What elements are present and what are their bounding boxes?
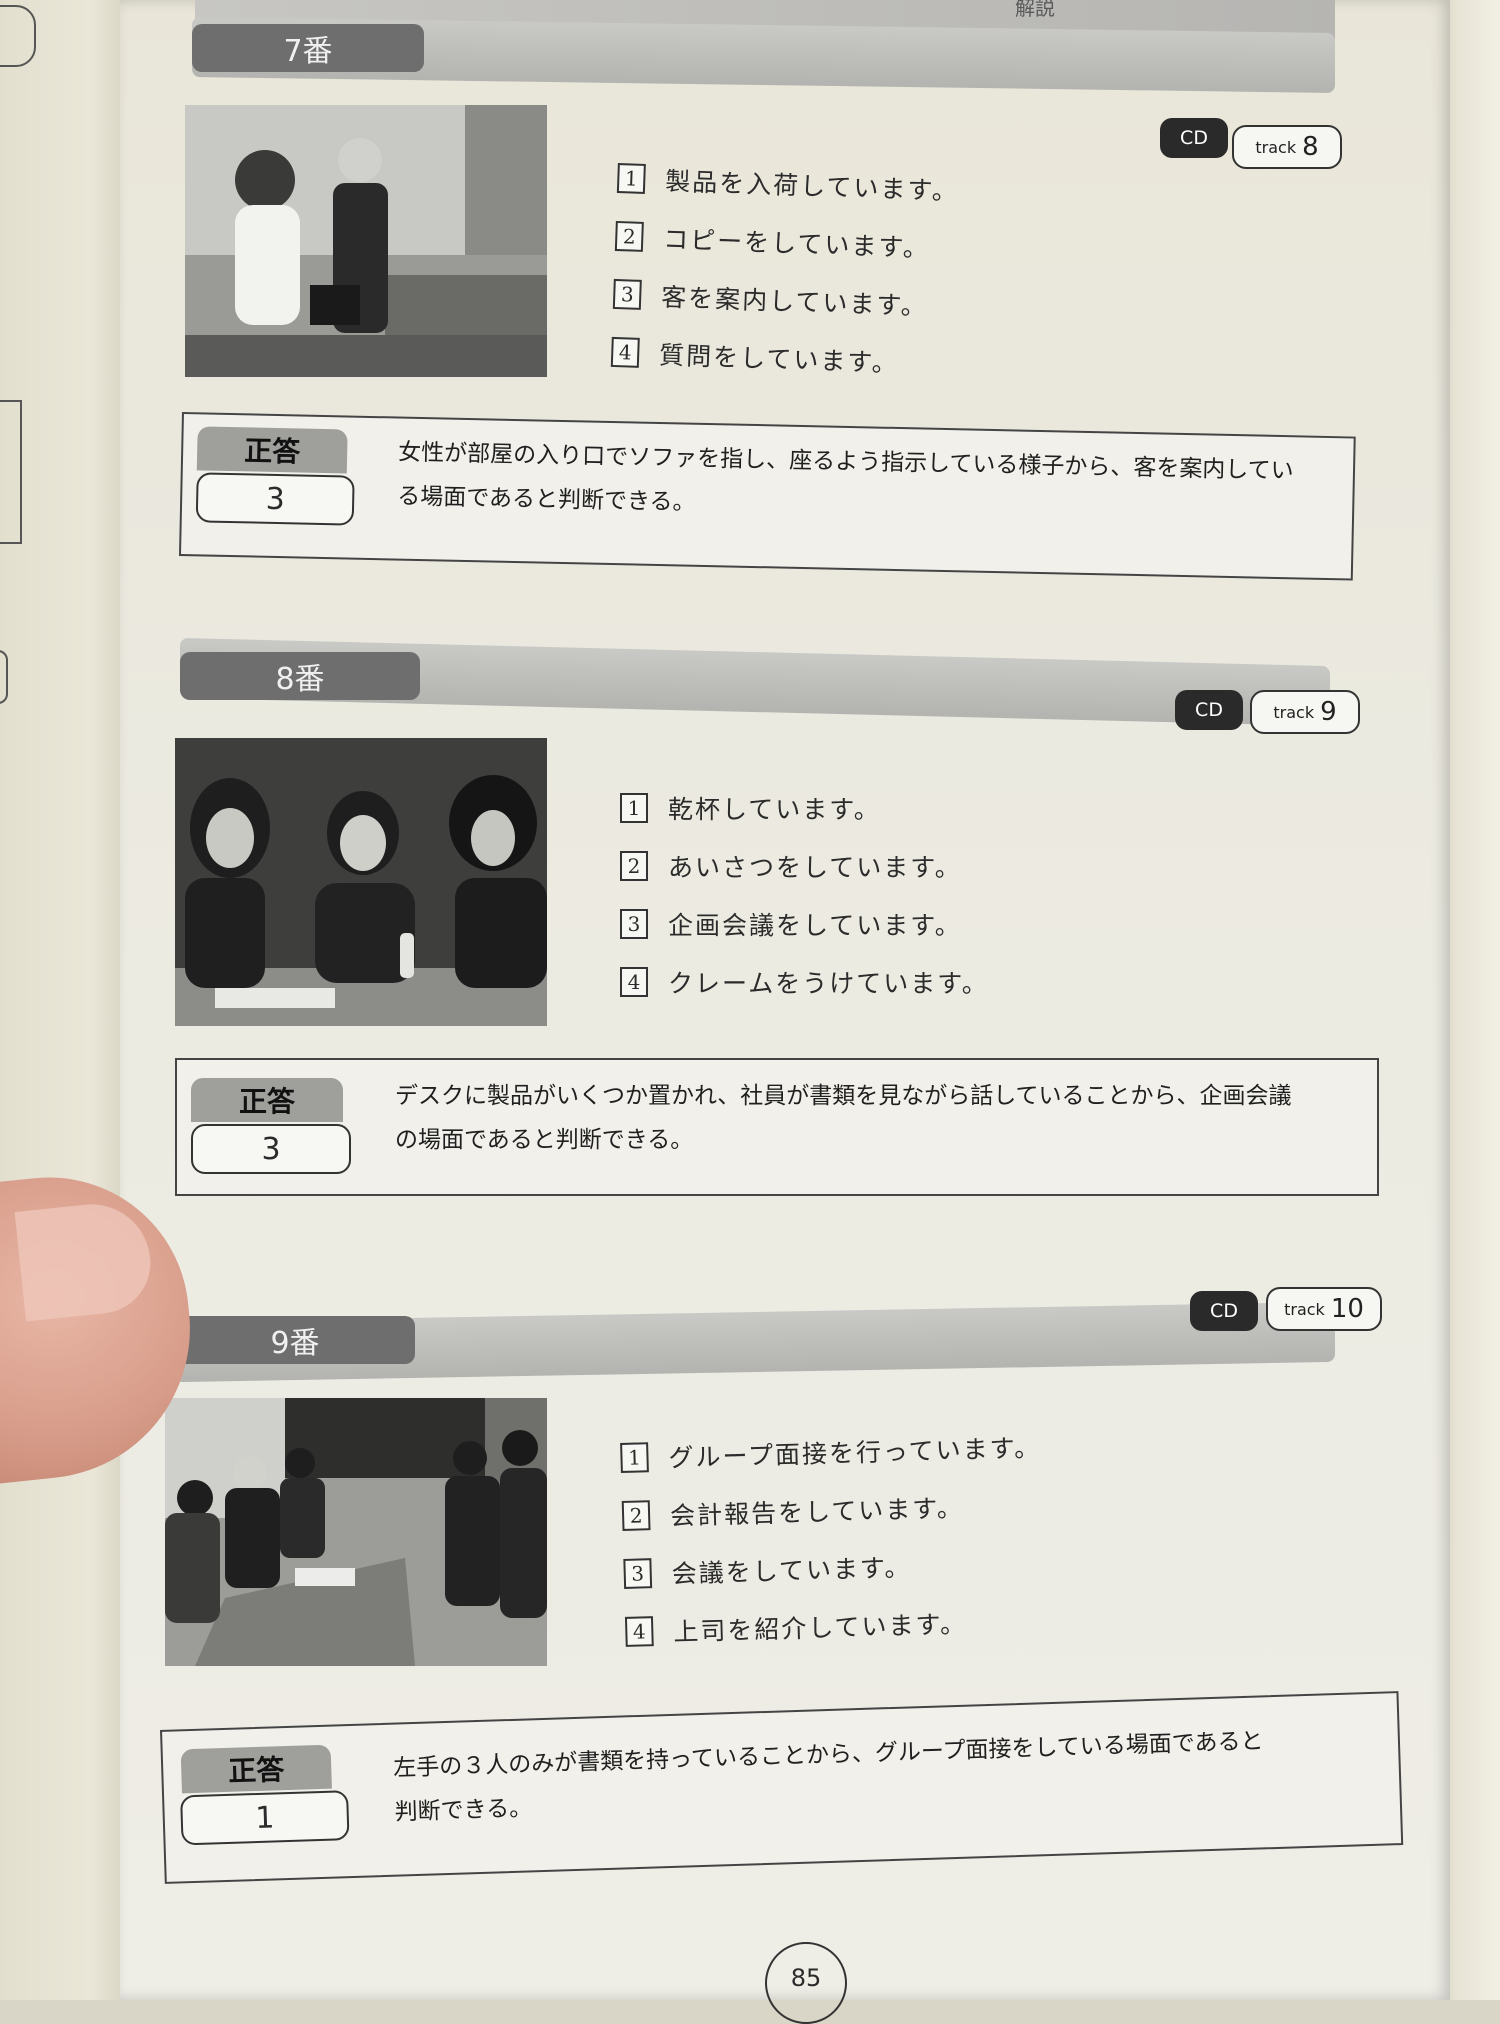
track-label: track 8 bbox=[1232, 125, 1342, 169]
choice-item: 2 あいさつをしています。 bbox=[620, 848, 989, 884]
choice-number: 1 bbox=[620, 793, 648, 823]
track-label: track 9 bbox=[1250, 690, 1360, 734]
question-number: 7番 bbox=[192, 24, 424, 72]
choice-item: 4 質問をしています。 bbox=[610, 334, 954, 382]
answer-label: 正答 bbox=[180, 1744, 332, 1794]
answer-label: 正答 bbox=[196, 426, 348, 474]
choice-number: 2 bbox=[614, 220, 644, 252]
choice-text: クレームをうけています。 bbox=[668, 969, 989, 998]
cd-label: CD bbox=[1160, 118, 1228, 158]
track-word: track bbox=[1255, 137, 1297, 157]
choice-number: 3 bbox=[612, 278, 642, 310]
choice-number: 3 bbox=[620, 909, 648, 939]
answer-explanation: 女性が部屋の入り口でソファを指し、座るよう指示している様子から、客を案内してい … bbox=[397, 431, 1344, 539]
scene-photo-image bbox=[165, 1398, 547, 1666]
choice-number: 4 bbox=[624, 1616, 654, 1647]
explanation-line: デスクに製品がいくつか置かれ、社員が書類を見ながら話していることから、企画会議 bbox=[395, 1083, 1292, 1109]
question-number: 9番 bbox=[175, 1316, 415, 1364]
cd-label: CD bbox=[1190, 1291, 1258, 1331]
choice-text: あいさつをしています。 bbox=[668, 853, 962, 882]
facing-page bbox=[0, 0, 130, 2000]
track-number: 8 bbox=[1302, 132, 1319, 162]
answer-choices: 1 乾杯しています。 2 あいさつをしています。 3 企画会議をしています。 4… bbox=[620, 790, 989, 1022]
page-number: 85 bbox=[765, 1942, 847, 2024]
choice-text: 企画会議をしています。 bbox=[668, 911, 962, 940]
choice-text: 会計報告をしています。 bbox=[669, 1493, 965, 1531]
choice-item: 3 企画会議をしています。 bbox=[620, 906, 989, 942]
answer-box: 正答 3 女性が部屋の入り口でソファを指し、座るよう指示している様子から、客を案… bbox=[178, 412, 1356, 581]
explanation-line: の場面であると判断できる。 bbox=[395, 1127, 694, 1153]
choice-item: 1 乾杯しています。 bbox=[620, 790, 989, 826]
scene-photo bbox=[165, 1398, 547, 1666]
track-number: 10 bbox=[1330, 1294, 1364, 1324]
choice-item: 4 上司を紹介しています。 bbox=[624, 1602, 1047, 1650]
answer-value: 3 bbox=[191, 1124, 351, 1174]
header-text: 解説 bbox=[1015, 0, 1055, 20]
answer-box: 正答 3 デスクに製品がいくつか置かれ、社員が書類を見ながら話していることから、… bbox=[175, 1058, 1379, 1196]
choice-text: 質問をしています。 bbox=[658, 340, 900, 378]
scene-photo bbox=[185, 105, 547, 377]
choice-item: 2 会計報告をしています。 bbox=[621, 1486, 1044, 1534]
choice-number: 4 bbox=[620, 967, 648, 997]
track-word: track bbox=[1284, 1299, 1325, 1319]
choice-text: 乾杯しています。 bbox=[668, 795, 881, 824]
answer-explanation: 左手の３人のみが書類を持っていることから、グループ面接をしている場面であると 判… bbox=[393, 1716, 1385, 1835]
choice-number: 4 bbox=[610, 336, 640, 368]
choice-item: 3 客を案内しています。 bbox=[612, 276, 956, 324]
answer-choices: 1 グループ面接を行っています。 2 会計報告をしています。 3 会議をしていま… bbox=[620, 1428, 1047, 1672]
choice-number: 3 bbox=[623, 1558, 653, 1589]
track-label: track 10 bbox=[1266, 1287, 1382, 1331]
choice-number: 2 bbox=[621, 1500, 651, 1531]
choice-text: 会議をしています。 bbox=[671, 1552, 912, 1589]
answer-value: 1 bbox=[180, 1790, 350, 1846]
choice-item: 2 コピーをしています。 bbox=[614, 218, 958, 266]
facing-page-mark bbox=[0, 650, 8, 704]
choice-item: 3 会議をしています。 bbox=[623, 1544, 1045, 1592]
choice-item: 4 クレームをうけています。 bbox=[620, 964, 989, 1000]
track-word: track bbox=[1273, 702, 1315, 722]
choice-text: 客を案内しています。 bbox=[660, 282, 929, 321]
choice-number: 2 bbox=[620, 851, 648, 881]
choice-number: 1 bbox=[620, 1442, 649, 1473]
choice-number: 1 bbox=[616, 162, 646, 194]
answer-explanation: デスクに製品がいくつか置かれ、社員が書類を見ながら話していることから、企画会議 … bbox=[395, 1074, 1365, 1162]
track-number: 9 bbox=[1320, 697, 1337, 727]
facing-page-mark bbox=[0, 5, 36, 67]
answer-label: 正答 bbox=[191, 1078, 343, 1122]
scene-photo-image bbox=[175, 738, 547, 1026]
scene-photo-image bbox=[185, 105, 547, 377]
choice-text: コピーをしています。 bbox=[662, 224, 931, 263]
answer-value: 3 bbox=[195, 472, 355, 526]
cd-label: CD bbox=[1175, 690, 1243, 730]
question-number: 8番 bbox=[180, 652, 420, 700]
choice-text: 上司を紹介しています。 bbox=[672, 1609, 968, 1647]
facing-page-mark bbox=[0, 400, 22, 544]
scene-photo bbox=[175, 738, 547, 1026]
answer-choices: 1 製品を入荷しています。 2 コピーをしています。 3 客を案内しています。 … bbox=[610, 160, 960, 404]
